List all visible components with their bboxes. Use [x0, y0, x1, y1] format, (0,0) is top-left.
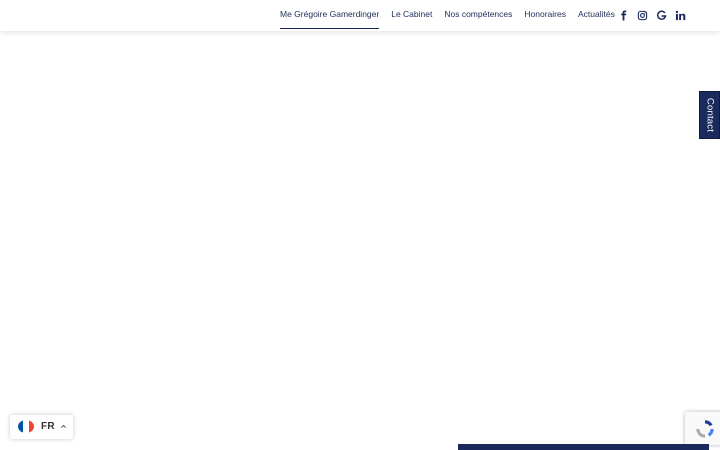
recaptcha-icon	[696, 420, 714, 438]
recaptcha-badge[interactable]	[685, 412, 720, 445]
chevron-up-icon	[61, 424, 66, 428]
nav-item-gregoire-gamerdinger[interactable]: Me Grégoire Gamerdinger	[280, 0, 380, 31]
nav-item-honoraires[interactable]: Honoraires	[524, 0, 566, 31]
language-switcher[interactable]: FR	[10, 415, 73, 439]
nav-item-nos-competences[interactable]: Nos compétences	[444, 0, 512, 31]
contact-tab[interactable]: Contact	[699, 91, 720, 139]
facebook-icon[interactable]	[616, 8, 631, 23]
france-flag-icon	[18, 420, 34, 433]
google-icon[interactable]	[654, 8, 669, 23]
language-code: FR	[41, 421, 55, 432]
main-nav: Me Grégoire Gamerdinger Le Cabinet Nos c…	[280, 0, 627, 31]
contact-tab-label: Contact	[704, 97, 715, 133]
footer-bar	[458, 444, 709, 450]
site-header: Me Grégoire Gamerdinger Le Cabinet Nos c…	[0, 0, 720, 31]
social-links	[616, 8, 688, 23]
instagram-icon[interactable]	[635, 8, 650, 23]
nav-item-actualites[interactable]: Actualités	[578, 0, 615, 31]
nav-item-le-cabinet[interactable]: Le Cabinet	[391, 0, 432, 31]
linkedin-icon[interactable]	[673, 8, 688, 23]
